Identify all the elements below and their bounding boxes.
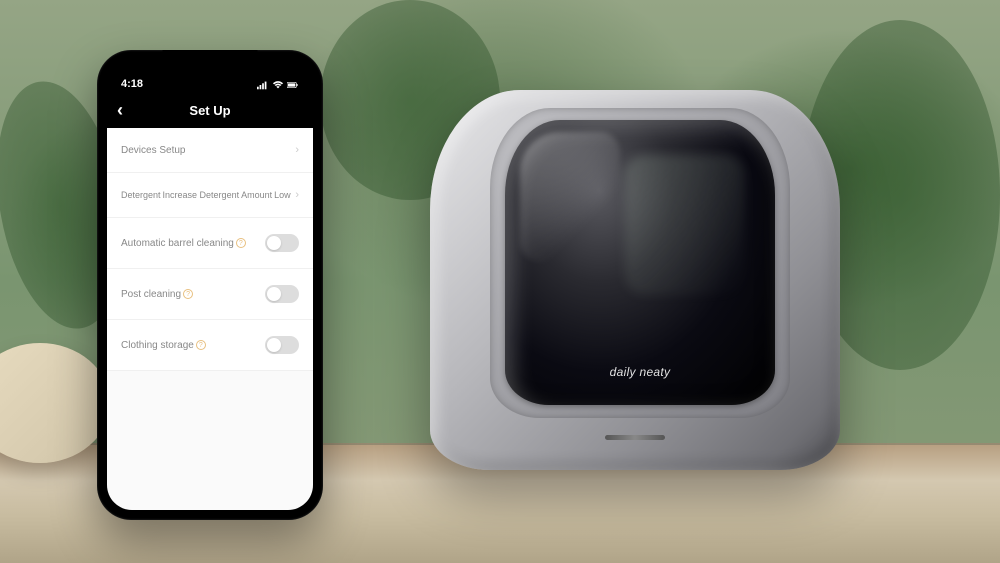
- chevron-right-icon: ›: [295, 189, 299, 201]
- device-button-slot: [605, 435, 665, 440]
- back-button[interactable]: ‹: [117, 101, 123, 119]
- chevron-right-icon: ›: [295, 144, 299, 156]
- info-icon[interactable]: ?: [196, 340, 206, 350]
- window-reflection-secondary: [625, 155, 745, 295]
- toggle-auto-barrel-cleaning[interactable]: [265, 234, 299, 252]
- row-clothing-storage: Clothing storage ?: [107, 320, 313, 371]
- appliance-device: daily neaty: [430, 90, 840, 470]
- row-auto-barrel-cleaning: Automatic barrel cleaning ?: [107, 218, 313, 269]
- window-reflection: [520, 132, 620, 262]
- device-window: daily neaty: [505, 120, 775, 405]
- row-label: Devices Setup: [121, 145, 185, 156]
- toggle-clothing-storage[interactable]: [265, 336, 299, 354]
- row-devices-setup[interactable]: Devices Setup ›: [107, 128, 313, 173]
- row-post-cleaning: Post cleaning ?: [107, 269, 313, 320]
- row-value: Low: [274, 190, 291, 200]
- info-icon[interactable]: ?: [183, 289, 193, 299]
- row-sublabel: Increase Detergent Amount: [163, 190, 273, 200]
- signal-icon: [257, 80, 269, 90]
- status-time: 4:18: [121, 78, 143, 90]
- toggle-post-cleaning[interactable]: [265, 285, 299, 303]
- device-brand-text: daily neaty: [610, 365, 671, 379]
- row-detergent[interactable]: DetergentIncrease Detergent AmountLow ›: [107, 173, 313, 218]
- row-label: Detergent: [121, 190, 161, 200]
- phone-screen: 4:18 ‹ Set Up Devices Setup ›: [107, 60, 313, 510]
- wifi-icon: [272, 80, 284, 90]
- battery-icon: [287, 80, 299, 90]
- info-icon[interactable]: ?: [236, 238, 246, 248]
- settings-list: Devices Setup › DetergentIncrease Deterg…: [107, 128, 313, 371]
- phone-notch: [163, 50, 258, 70]
- status-icons: [257, 80, 299, 90]
- row-label: Clothing storage: [121, 340, 194, 351]
- phone-mockup: 4:18 ‹ Set Up Devices Setup ›: [97, 50, 323, 520]
- settings-content: Devices Setup › DetergentIncrease Deterg…: [107, 128, 313, 510]
- row-label: Post cleaning: [121, 289, 181, 300]
- nav-title: Set Up: [189, 103, 230, 118]
- nav-bar: ‹ Set Up: [107, 92, 313, 128]
- row-label: Automatic barrel cleaning: [121, 238, 234, 249]
